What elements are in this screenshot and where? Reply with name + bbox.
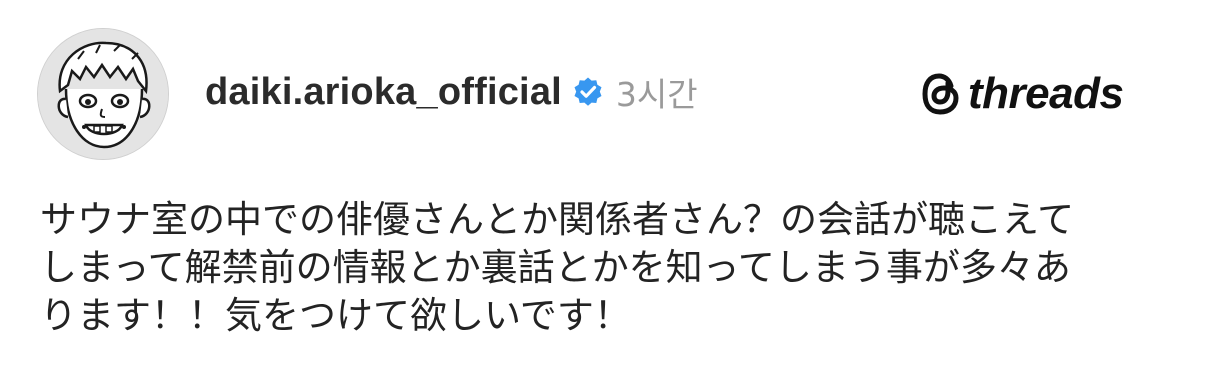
post-text-line: しまって解禁前の情報とか裏話とかを知ってしまう事が多々あ — [40, 246, 1071, 289]
post-text-line: サウナ室の中での俳優さんとか関係者さん？の会話が聴こえて — [40, 198, 1075, 241]
threads-logo-icon — [920, 71, 962, 117]
username-link[interactable]: daiki.arioka_official — [205, 71, 562, 114]
threads-brand: threads — [920, 66, 1124, 122]
post-text-line: ります！！気をつけて欲しいです！ — [40, 294, 631, 337]
cartoon-face-avatar-icon — [38, 29, 168, 159]
post-body: サウナ室の中での俳優さんとか関係者さん？の会話が聴こえて しまって解禁前の情報と… — [40, 196, 1180, 340]
post-timestamp: 3시간 — [615, 75, 698, 114]
threads-wordmark: threads — [968, 69, 1124, 118]
verified-badge-icon — [572, 76, 604, 108]
avatar[interactable] — [37, 28, 169, 160]
post-header: daiki.arioka_official 3시간 — [205, 62, 698, 122]
